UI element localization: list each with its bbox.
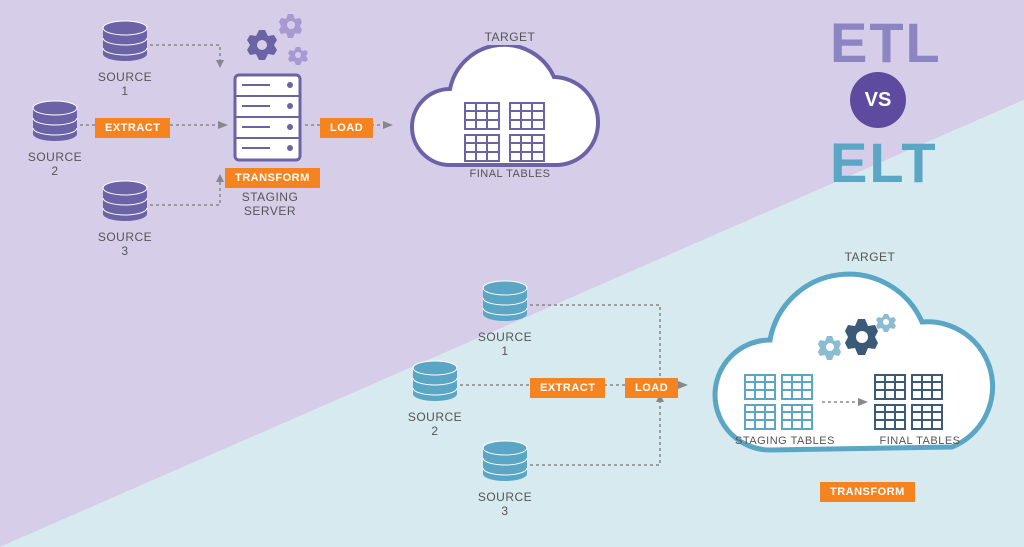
load-badge: LOAD [625, 378, 678, 398]
gears-icon [245, 10, 315, 75]
cloud-icon [690, 260, 1020, 480]
source-label: SOURCE 3 [475, 490, 535, 518]
staging-tables-label: STAGING TABLES [730, 435, 840, 447]
title-etl: ETL [830, 10, 942, 75]
source-label: SOURCE 1 [95, 70, 155, 98]
title-elt: ELT [830, 130, 938, 195]
database-icon [410, 360, 460, 408]
load-badge: LOAD [320, 118, 373, 138]
database-icon [480, 280, 530, 328]
database-icon [480, 440, 530, 488]
transform-badge: TRANSFORM [225, 168, 320, 188]
source-label: SOURCE 2 [405, 410, 465, 438]
source-label: SOURCE 3 [95, 230, 155, 258]
database-icon [30, 100, 80, 148]
database-icon [100, 180, 150, 228]
source-label: SOURCE 2 [25, 150, 85, 178]
staging-label: STAGING SERVER [240, 190, 300, 218]
database-icon [100, 20, 150, 68]
arrow [150, 40, 240, 70]
final-tables-label: FINAL TABLES [870, 435, 970, 447]
source-label: SOURCE 1 [475, 330, 535, 358]
server-icon [230, 70, 305, 165]
extract-badge: EXTRACT [95, 118, 170, 138]
vs-badge: VS [850, 72, 906, 128]
final-tables-label: FINAL TABLES [465, 168, 555, 180]
target-label: TARGET [470, 30, 550, 44]
arrow [530, 390, 680, 470]
extract-badge: EXTRACT [530, 378, 605, 398]
transform-badge: TRANSFORM [820, 482, 915, 502]
